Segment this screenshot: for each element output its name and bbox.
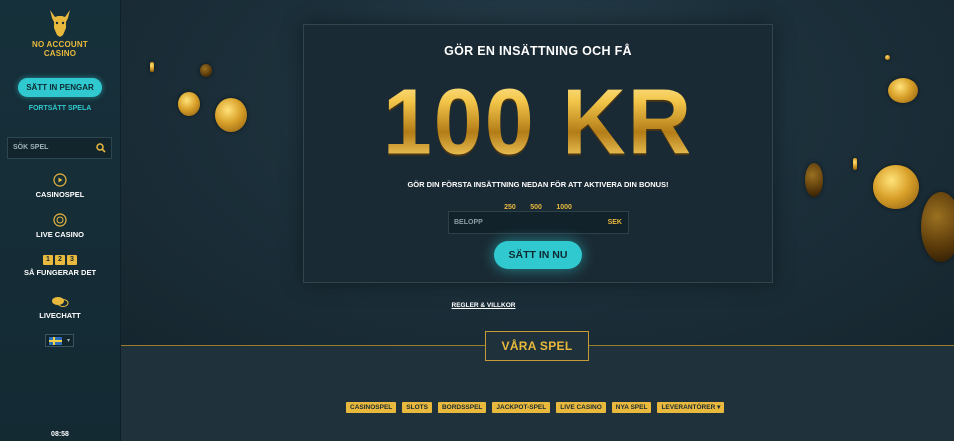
filter-label: LEVERANTÖRER <box>661 404 716 411</box>
rules-wrapper: REGLER & VILLKOR <box>0 294 954 312</box>
sweden-flag-icon <box>49 337 62 345</box>
promo-amount: 100 KR <box>304 70 772 175</box>
section-title: VÅRA SPEL <box>485 331 589 361</box>
deposit-now-button[interactable]: SÄTT IN NU <box>494 241 582 269</box>
filter-jackpot-spel[interactable]: JACKPOT-SPEL <box>492 402 551 413</box>
search-placeholder: SÖK SPEL <box>13 144 49 151</box>
filter-bordsspel[interactable]: BORDSSPEL <box>437 402 487 413</box>
nav-label: LIVE CASINO <box>36 230 84 239</box>
coin-decoration <box>178 92 200 116</box>
filter-casinospel[interactable]: CASINOSPEL <box>346 402 397 413</box>
nav-item-casinospel[interactable]: CASINOSPEL <box>0 173 120 199</box>
quick-amount-250[interactable]: 250 <box>504 204 516 211</box>
clock: 08:58 <box>51 431 69 438</box>
coin-decoration <box>885 55 890 60</box>
deposit-button[interactable]: SÄTT IN PENGAR <box>18 78 102 97</box>
quick-amount-1000[interactable]: 1000 <box>556 204 572 211</box>
step-2: 2 <box>55 255 65 265</box>
currency-label: SEK <box>607 219 622 226</box>
search-icon[interactable] <box>96 143 106 153</box>
coin-decoration <box>805 163 823 197</box>
filter-slots[interactable]: SLOTS <box>402 402 432 413</box>
game-filters: CASINOSPEL SLOTS BORDSSPEL JACKPOT-SPEL … <box>346 402 725 413</box>
step-1: 1 <box>43 255 53 265</box>
coin-decoration <box>873 165 919 209</box>
logo[interactable]: NO ACCOUNT CASINO <box>0 8 120 58</box>
coin-decoration <box>921 192 954 262</box>
coin-decoration <box>150 62 154 72</box>
deposit-promo-panel: GÖR EN INSÄTTNING OCH FÅ 100 KR 100 KR G… <box>303 24 773 283</box>
sidebar: NO ACCOUNT CASINO SÄTT IN PENGAR FORTSÄT… <box>0 0 121 441</box>
nav-label: SÅ FUNGERAR DET <box>23 268 97 277</box>
quick-amount-500[interactable]: 500 <box>530 204 542 211</box>
coin-decoration <box>200 64 212 77</box>
bull-logo-icon <box>50 10 70 37</box>
chevron-down-icon: ▾ <box>717 404 721 411</box>
filter-live-casino[interactable]: LIVE CASINO <box>556 402 606 413</box>
filter-nya-spel[interactable]: NYA SPEL <box>611 402 652 413</box>
play-circle-icon <box>53 173 67 187</box>
promo-title: GÖR EN INSÄTTNING OCH FÅ <box>444 44 632 58</box>
nav-label: LIVECHATT <box>39 311 81 320</box>
search-input[interactable]: SÖK SPEL <box>7 137 112 159</box>
logo-line-2: CASINO <box>43 49 77 58</box>
steps-icon: 1 2 3 <box>0 255 120 265</box>
chevron-down-icon: ▾ <box>66 338 70 344</box>
coin-decoration <box>215 98 247 132</box>
filter-leverantorer[interactable]: LEVERANTÖRER ▾ <box>657 402 725 413</box>
language-selector[interactable]: ▾ <box>45 334 74 347</box>
nav-label: CASINOSPEL <box>35 190 85 199</box>
coin-decoration <box>888 78 918 103</box>
nav-item-live-casino[interactable]: LIVE CASINO <box>0 213 120 239</box>
logo-text: NO ACCOUNT CASINO <box>0 40 120 58</box>
amount-input[interactable]: BELOPP SEK <box>448 211 629 234</box>
continue-playing-link[interactable]: FORTSÄTT SPELA <box>0 105 120 112</box>
step-3: 3 <box>67 255 77 265</box>
nav-item-how-it-works[interactable]: 1 2 3 SÅ FUNGERAR DET <box>0 255 120 277</box>
promo-subtitle: GÖR DIN FÖRSTA INSÄTTNING NEDAN FÖR ATT … <box>407 180 669 189</box>
rules-link[interactable]: REGLER & VILLKOR <box>452 302 516 309</box>
amount-placeholder: BELOPP <box>454 219 483 226</box>
chip-icon <box>53 213 67 227</box>
coin-decoration <box>853 158 857 170</box>
logo-line-1: NO ACCOUNT <box>32 40 88 49</box>
